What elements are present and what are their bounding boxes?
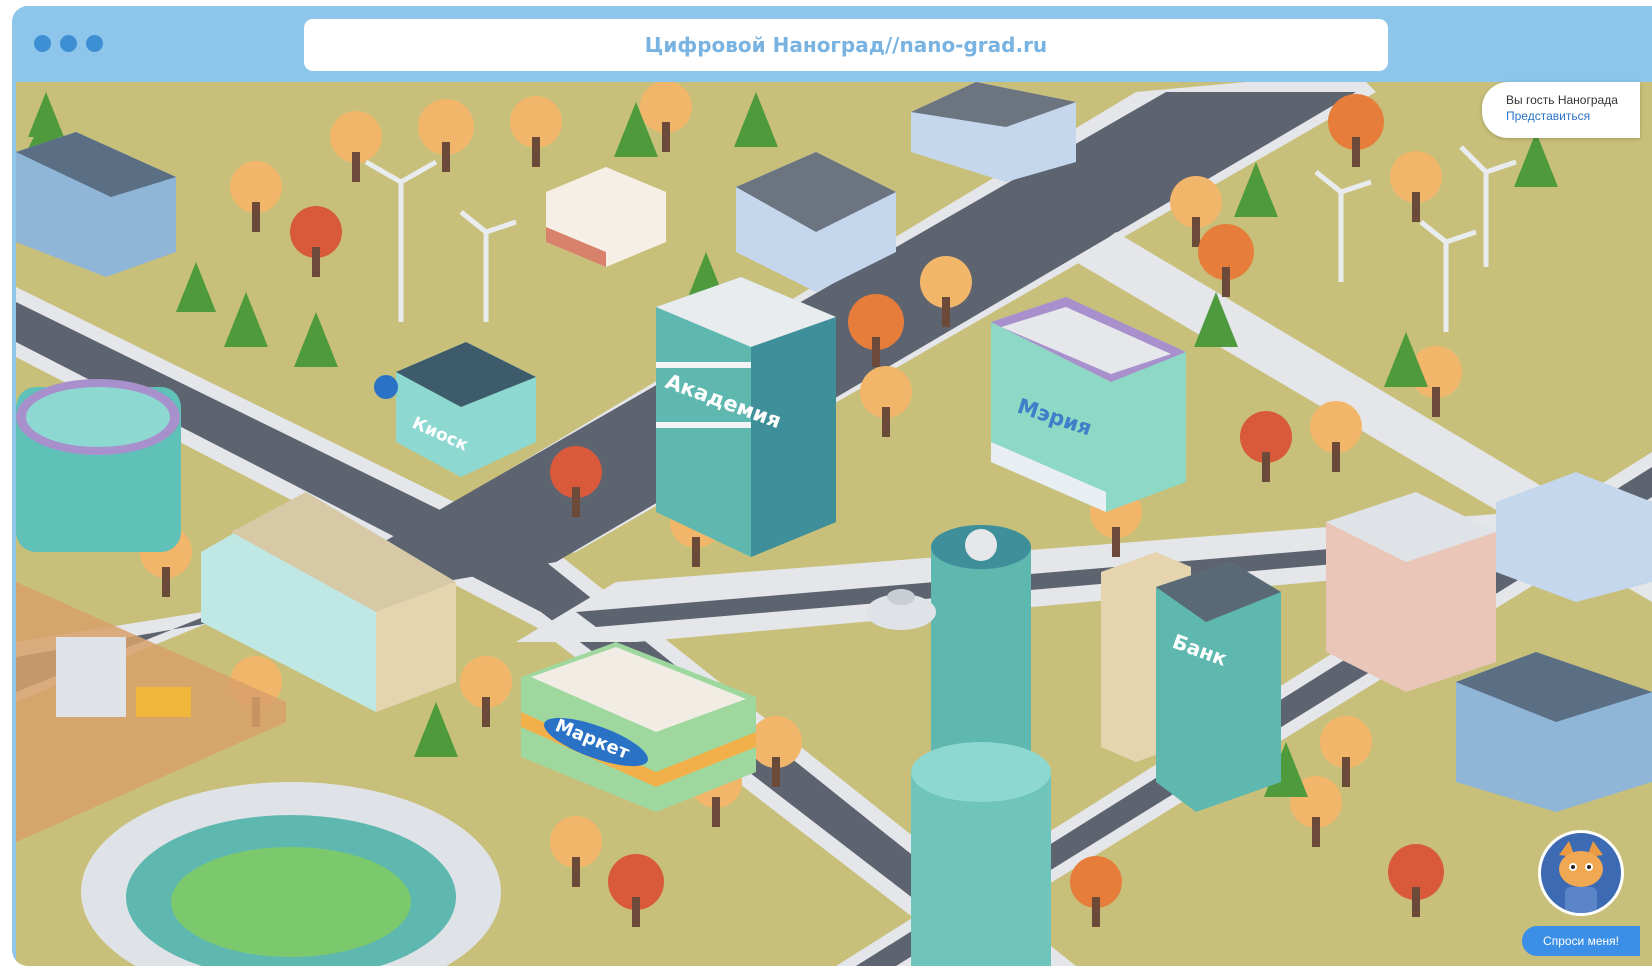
window-dot-2 — [60, 35, 77, 52]
skyscraper — [911, 525, 1051, 966]
address-separator: // — [884, 33, 900, 57]
browser-titlebar: Цифровой Наноград // nano-grad.ru — [12, 6, 1652, 82]
cat-mascot-icon — [1559, 841, 1603, 913]
address-bar[interactable]: Цифровой Наноград // nano-grad.ru — [304, 19, 1388, 71]
guest-panel: Вы гость Нанограда Представиться — [1482, 82, 1640, 138]
browser-window: Цифровой Наноград // nano-grad.ru Киоск … — [12, 6, 1652, 966]
assistant-avatar[interactable] — [1538, 830, 1624, 916]
bank-building[interactable]: Банк — [1101, 552, 1281, 812]
guest-status-text: Вы гость Нанограда — [1506, 93, 1618, 107]
window-dot-3 — [86, 35, 103, 52]
site-name: Цифровой Наноград — [644, 33, 885, 57]
city-hall-building[interactable]: Мэрия — [991, 297, 1186, 512]
stadium — [81, 782, 501, 966]
academy-building[interactable]: Академия — [656, 277, 836, 557]
site-url: nano-grad.ru — [899, 33, 1048, 57]
login-link[interactable]: Представиться — [1506, 108, 1640, 124]
kiosk-building[interactable]: Киоск — [374, 342, 536, 477]
ask-me-button[interactable]: Спроси меня! — [1522, 926, 1640, 956]
city-map[interactable]: Киоск Академия Мэрия Банк Маркет — [16, 82, 1652, 966]
round-building — [16, 379, 181, 552]
window-dot-1 — [34, 35, 51, 52]
